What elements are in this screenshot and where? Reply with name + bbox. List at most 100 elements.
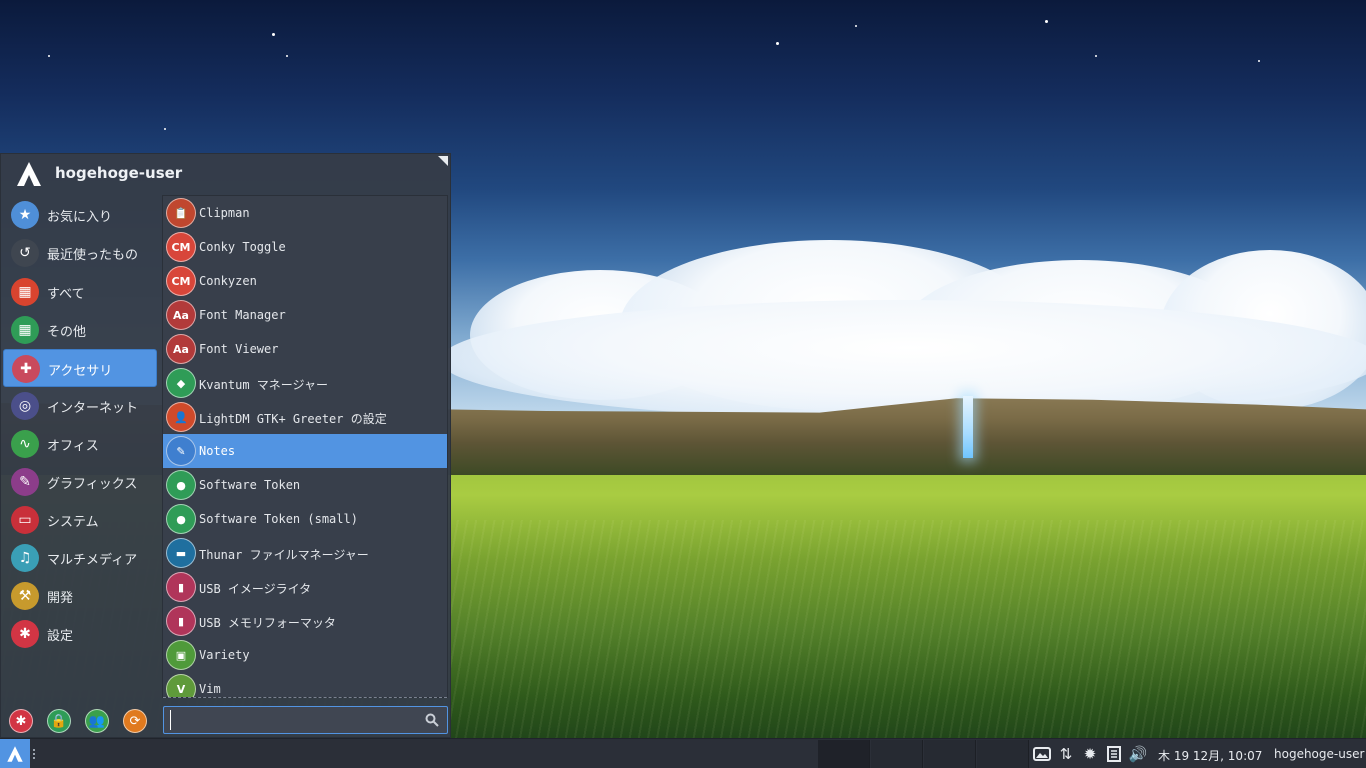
category-label: お気に入り	[47, 210, 113, 225]
workspace-4[interactable]	[977, 740, 1029, 768]
app-item[interactable]: ◆ Kvantum マネージャー	[163, 366, 447, 400]
logout-icon[interactable]: ⟳	[123, 709, 147, 733]
category-item[interactable]: ★ お気に入り	[3, 196, 157, 234]
app-item[interactable]: ▮ USB イメージライタ	[163, 570, 447, 604]
clock[interactable]: 木 19 12月, 10:07	[1158, 747, 1262, 764]
category-label: インターネット	[47, 401, 139, 416]
settings-gear-icon: ✱	[11, 620, 39, 648]
category-item[interactable]: ✱ 設定	[3, 615, 157, 653]
category-item[interactable]: ▭ システム	[3, 501, 157, 539]
panel-handle[interactable]	[33, 749, 36, 759]
network-updown-icon[interactable]: ⇅	[1056, 745, 1076, 763]
category-item[interactable]: ♫ マルチメディア	[3, 539, 157, 577]
search-input[interactable]	[170, 710, 420, 730]
internet-globe-icon: ◎	[11, 392, 39, 420]
star	[855, 25, 857, 27]
category-label: アクセサリ	[48, 364, 113, 379]
workspace-1[interactable]	[818, 740, 870, 768]
taskbar: ⇅ ✹ 🔊 木 19 12月, 10:07 hogehoge-user	[0, 738, 1366, 768]
settings-cog-icon[interactable]: ✹	[1080, 745, 1100, 763]
all-apps-icon: ▦	[11, 278, 39, 306]
multimedia-icon: ♫	[11, 544, 39, 572]
category-label: 最近使ったもの	[47, 248, 139, 263]
app-item[interactable]: ▬ Thunar ファイルマネージャー	[163, 536, 447, 570]
taskbar-username[interactable]: hogehoge-user	[1274, 747, 1364, 761]
list-divider	[163, 697, 447, 698]
variety-icon: ▣	[166, 640, 196, 670]
volume-icon[interactable]: 🔊	[1128, 745, 1148, 763]
menu-username: hogehoge-user	[55, 164, 183, 182]
star	[1045, 20, 1048, 23]
accessories-icon: ✚	[12, 355, 40, 383]
app-item[interactable]: V Vim	[163, 672, 447, 697]
star	[1258, 60, 1260, 62]
category-label: 開発	[47, 591, 74, 606]
category-item[interactable]: ▦ その他	[3, 311, 157, 349]
category-item[interactable]: ⚒ 開発	[3, 577, 157, 615]
lock-screen-icon[interactable]: 🔒	[47, 709, 71, 733]
star	[1095, 55, 1097, 57]
app-label: Font Viewer	[199, 342, 279, 356]
font-viewer-icon: Aa	[166, 334, 196, 364]
app-item[interactable]: Aa Font Viewer	[163, 332, 447, 366]
graphics-palette-icon: ✎	[11, 468, 39, 496]
conkyzen-icon: CM	[166, 266, 196, 296]
other-apps-icon: ▦	[11, 316, 39, 344]
category-item[interactable]: ✚ アクセサリ	[3, 349, 157, 387]
app-label: Software Token (small)	[199, 512, 358, 526]
search-icon	[425, 713, 439, 727]
category-label: すべて	[47, 287, 85, 302]
app-label: Software Token	[199, 478, 301, 492]
star-folder-icon: ★	[11, 201, 39, 229]
category-item[interactable]: ◎ インターネット	[3, 387, 157, 425]
app-item[interactable]: 👤 LightDM GTK+ Greeter の設定	[163, 400, 447, 434]
session-actions: ✱ 🔒 👥 ⟳	[9, 709, 159, 733]
category-item[interactable]: ↺ 最近使ったもの	[3, 234, 157, 272]
search-box[interactable]	[163, 706, 448, 734]
workspace-2[interactable]	[871, 740, 923, 768]
app-label: Clipman	[199, 206, 250, 220]
kvantum-icon: ◆	[166, 368, 196, 398]
vim-icon: V	[166, 674, 196, 697]
category-label: マルチメディア	[47, 553, 138, 568]
app-item[interactable]: ▮ USB メモリフォーマッタ	[163, 604, 447, 638]
category-item[interactable]: ▦ すべて	[3, 273, 157, 311]
start-menu-button[interactable]	[0, 739, 30, 768]
app-item[interactable]: 📋 Clipman	[163, 196, 447, 230]
app-label: USB イメージライタ	[199, 582, 312, 596]
app-item[interactable]: ✎ Notes	[163, 434, 447, 468]
category-label: 設定	[47, 629, 74, 644]
arch-logo-icon	[17, 162, 41, 186]
star	[48, 55, 50, 57]
application-list: 📋 Clipman CM Conky Toggle CM Conkyzen Aa Font M…	[162, 195, 448, 698]
notes-tray-icon[interactable]	[1104, 745, 1124, 763]
workspace-3[interactable]	[924, 740, 976, 768]
app-label: Vim	[199, 682, 221, 696]
star	[286, 55, 288, 57]
category-item[interactable]: ✎ グラフィックス	[3, 463, 157, 501]
app-item[interactable]: ● Software Token (small)	[163, 502, 447, 536]
category-item[interactable]: ∿ オフィス	[3, 425, 157, 463]
waterfall	[963, 396, 973, 458]
app-item[interactable]: Aa Font Manager	[163, 298, 447, 332]
app-item[interactable]: CM Conky Toggle	[163, 230, 447, 264]
usb-formatter-icon: ▮	[166, 606, 196, 636]
app-item[interactable]: ● Software Token	[163, 468, 447, 502]
switch-user-icon[interactable]: 👥	[85, 709, 109, 733]
star	[776, 42, 779, 45]
software-token-icon: ●	[166, 470, 196, 500]
font-manager-icon: Aa	[166, 300, 196, 330]
image-viewer-icon[interactable]	[1032, 745, 1052, 763]
lightdm-icon: 👤	[166, 402, 196, 432]
category-label: その他	[47, 325, 87, 340]
app-label: Notes	[199, 444, 236, 458]
app-item[interactable]: CM Conkyzen	[163, 264, 447, 298]
category-label: オフィス	[47, 439, 99, 454]
star	[164, 128, 166, 130]
category-list: ★ お気に入り ↺ 最近使ったもの ▦ すべて ▦ その他 ✚ アクセサリ ◎ インターネット ∿ オフィ…	[3, 196, 159, 653]
settings-action-icon[interactable]: ✱	[9, 709, 33, 733]
thunar-folder-icon: ▬	[166, 538, 196, 568]
app-item[interactable]: ▣ Variety	[163, 638, 447, 672]
app-label: LightDM GTK+ Greeter の設定	[199, 412, 387, 426]
app-label: Kvantum マネージャー	[199, 378, 328, 392]
